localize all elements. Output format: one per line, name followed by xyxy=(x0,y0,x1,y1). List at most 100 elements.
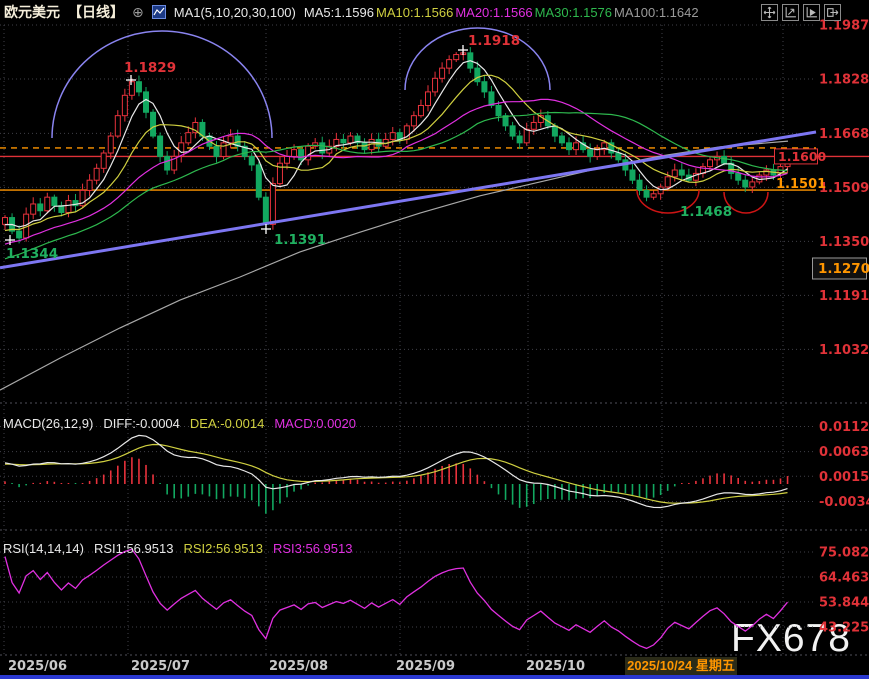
macd-header: MACD(26,12,9)DIFF:-0.0004DEA:-0.0014MACD… xyxy=(3,416,356,431)
ma20-line xyxy=(5,99,788,244)
candle xyxy=(3,218,8,225)
candle xyxy=(552,126,557,136)
candle xyxy=(433,78,438,92)
candle xyxy=(743,180,748,187)
candle xyxy=(574,143,579,150)
pane-export-icon[interactable] xyxy=(824,4,841,21)
svg-text:1.1191: 1.1191 xyxy=(819,289,869,304)
candle xyxy=(616,153,621,160)
candle xyxy=(101,153,106,168)
expand-icon[interactable]: ⊕ xyxy=(132,4,144,21)
candle xyxy=(447,60,452,68)
candle xyxy=(108,136,113,153)
candlestick-chart-icon xyxy=(152,5,166,19)
candle xyxy=(115,116,120,136)
candle xyxy=(348,136,353,143)
candle xyxy=(292,150,297,157)
price-annotation: 1.1829 xyxy=(124,60,176,76)
candle xyxy=(524,129,529,143)
axis-play-icon[interactable] xyxy=(803,4,820,21)
candle xyxy=(764,170,769,175)
candle xyxy=(52,197,57,205)
candle xyxy=(94,168,99,180)
axis-zoom-icon[interactable] xyxy=(782,4,799,21)
candle xyxy=(129,82,134,96)
candle xyxy=(559,136,564,143)
candle xyxy=(679,170,684,175)
indicator-value-label: MACD:0.0020 xyxy=(274,416,356,431)
candle xyxy=(489,92,494,106)
rsi-line xyxy=(5,549,788,648)
trendline xyxy=(0,132,816,268)
pan-icon[interactable] xyxy=(761,4,778,21)
ma-params-label: MA1(5,10,20,30,100) xyxy=(174,5,296,20)
svg-text:64.4631: 64.4631 xyxy=(819,570,869,585)
candle xyxy=(165,156,170,170)
ma-values: MA5:1.1596MA10:1.1566MA20:1.1566MA30:1.1… xyxy=(304,5,701,20)
candle xyxy=(454,55,459,60)
candle xyxy=(45,197,50,211)
price-annotation: 1.1391 xyxy=(274,232,326,248)
candle xyxy=(59,206,64,213)
period-tag: 【日线】 xyxy=(68,2,124,22)
indicator-value-label: MA100:1.1642 xyxy=(614,5,699,20)
candle xyxy=(270,184,275,225)
x-axis-label: 2025/08 xyxy=(269,659,328,674)
candle xyxy=(630,170,635,180)
candle xyxy=(595,150,600,157)
time-axis: 2025/062025/072025/082025/092025/10 xyxy=(8,659,585,674)
candle xyxy=(411,116,416,126)
candle xyxy=(531,122,536,129)
candle xyxy=(736,173,741,180)
svg-text:1.1270: 1.1270 xyxy=(818,261,869,277)
x-axis-label: 2025/09 xyxy=(396,659,455,674)
candle xyxy=(87,180,92,190)
price-annotation: 1.1918 xyxy=(468,33,520,49)
candle xyxy=(31,204,36,214)
candle xyxy=(637,180,642,190)
toolbar xyxy=(761,4,841,21)
x-axis-label: 2025/07 xyxy=(131,659,190,674)
highlighted-date-label: 2025/10/24 星期五 xyxy=(625,657,737,675)
candle xyxy=(750,182,755,187)
candle xyxy=(256,165,261,197)
indicator-value-label: RSI3:56.9513 xyxy=(273,541,353,556)
svg-text:1.1600: 1.1600 xyxy=(778,149,827,164)
indicator-value-label: MA5:1.1596 xyxy=(304,5,374,20)
candle xyxy=(320,143,325,153)
svg-text:0.0015: 0.0015 xyxy=(819,470,869,485)
candle xyxy=(136,82,141,92)
svg-text:1.1032: 1.1032 xyxy=(819,343,869,358)
indicator-value-label: RSI1:56.9513 xyxy=(94,541,174,556)
candle xyxy=(482,82,487,92)
svg-text:75.0822: 75.0822 xyxy=(819,546,869,561)
candle xyxy=(588,150,593,157)
candle xyxy=(38,204,43,211)
svg-text:1.1828: 1.1828 xyxy=(819,72,869,87)
chart-canvas[interactable]: 1.13441.18291.13911.19181.14681.19871.18… xyxy=(0,0,869,679)
candle xyxy=(144,92,149,112)
svg-text:0.0063: 0.0063 xyxy=(819,445,869,460)
candle xyxy=(221,143,226,157)
candle xyxy=(418,105,423,115)
candle xyxy=(658,187,663,194)
candle xyxy=(440,68,445,78)
macd-diff-line xyxy=(5,435,788,507)
candle xyxy=(186,133,191,143)
svg-text:1.1668: 1.1668 xyxy=(819,127,869,142)
indicator-value-label: DEA:-0.0014 xyxy=(190,416,264,431)
indicator-value-label: RSI2:56.9513 xyxy=(183,541,263,556)
candle xyxy=(151,112,156,136)
candle xyxy=(263,197,268,224)
price-axis: 1.19871.18281.16681.15091.13501.11911.10… xyxy=(775,19,869,636)
chart-window: 欧元美元 【日线】 ⊕ MA1(5,10,20,30,100) MA5:1.15… xyxy=(0,0,869,679)
horizontal-scrollbar[interactable] xyxy=(0,675,869,679)
candle xyxy=(122,95,127,115)
candle xyxy=(390,133,395,140)
x-axis-label: 2025/06 xyxy=(8,659,67,674)
indicator-value-label: DIFF:-0.0004 xyxy=(103,416,180,431)
candle xyxy=(510,126,515,136)
candle xyxy=(299,150,304,160)
candle xyxy=(567,143,572,150)
candle xyxy=(249,156,254,164)
